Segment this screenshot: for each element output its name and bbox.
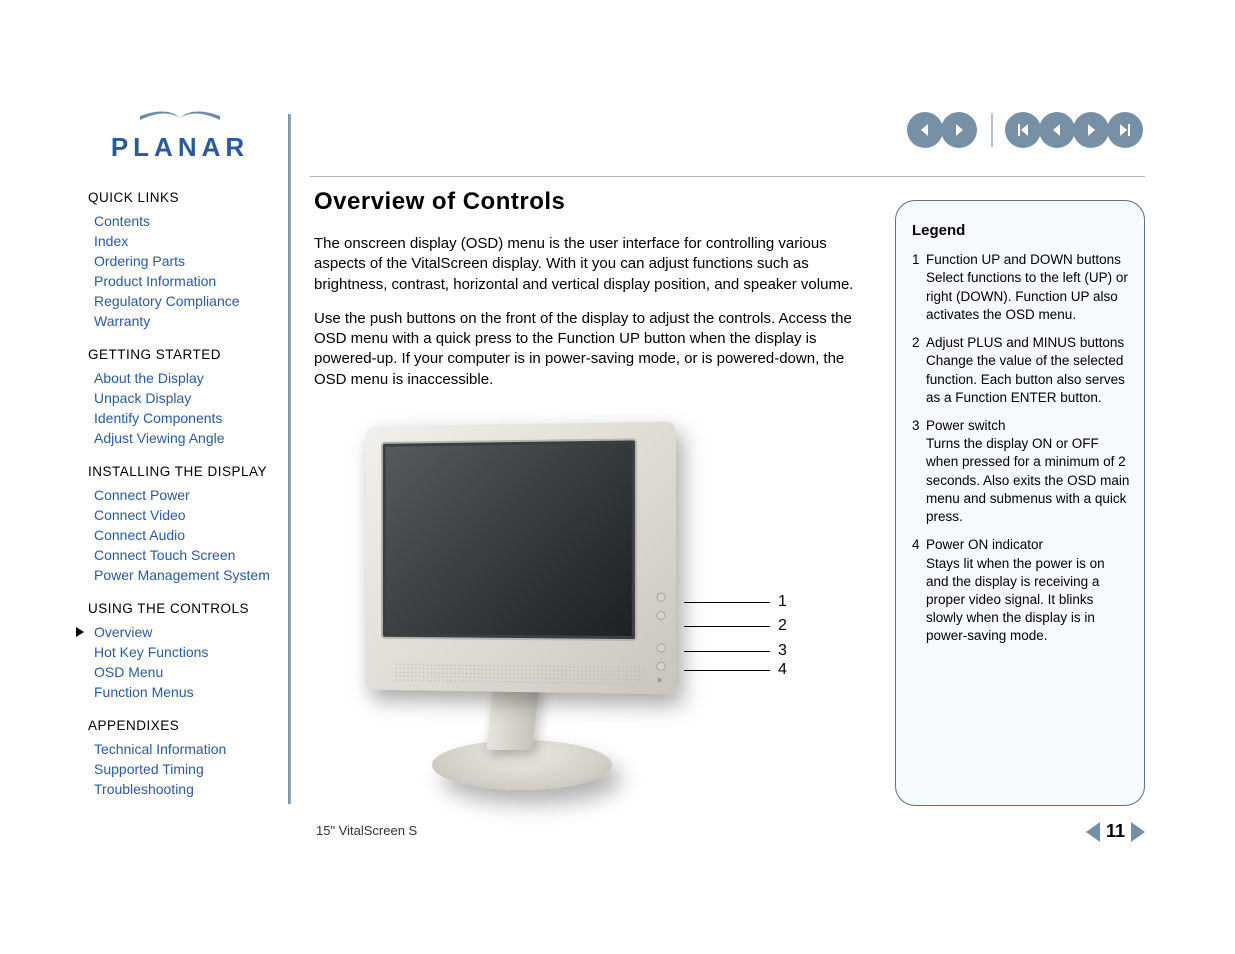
logo-swoosh-icon <box>135 100 225 130</box>
callout-number-4: 4 <box>778 661 787 679</box>
page-prev-button[interactable] <box>1086 822 1100 842</box>
front-button-2 <box>656 611 665 620</box>
page-number: 11 <box>1106 821 1125 842</box>
legend-item-text: Power switchTurns the display ON or OFF … <box>926 417 1130 526</box>
legend-item-text: Power ON indicatorStays lit when the pow… <box>926 536 1130 645</box>
nav-last-button[interactable] <box>1107 112 1143 148</box>
brand-logo: PLANAR <box>95 100 265 163</box>
sidebar-link[interactable]: Adjust Viewing Angle <box>88 428 278 448</box>
sidebar-heading: APPENDIXES <box>88 718 278 733</box>
monitor-screen <box>383 440 635 639</box>
nav-first-button[interactable] <box>1005 112 1041 148</box>
front-button-1 <box>656 592 665 601</box>
sidebar-link[interactable]: Troubleshooting <box>88 779 278 799</box>
callout-number-1: 1 <box>778 593 787 611</box>
legend-item-number: 2 <box>912 334 926 407</box>
sidebar-link[interactable]: Power Management System <box>88 565 278 585</box>
sidebar-heading: GETTING STARTED <box>88 347 278 362</box>
sidebar-link[interactable]: Connect Audio <box>88 525 278 545</box>
sidebar-link[interactable]: Product Information <box>88 271 278 291</box>
sidebar-link[interactable]: Connect Touch Screen <box>88 545 278 565</box>
page-navigator: 11 <box>1086 821 1145 842</box>
sidebar-link[interactable]: Unpack Display <box>88 388 278 408</box>
sidebar-heading: INSTALLING THE DISPLAY <box>88 464 278 479</box>
sidebar-link[interactable]: Contents <box>88 211 278 231</box>
vertical-divider <box>288 114 291 804</box>
sidebar-link[interactable]: Technical Information <box>88 739 278 759</box>
front-button-3 <box>656 643 665 652</box>
main-content: Overview of Controls The onscreen displa… <box>314 188 870 836</box>
callout-line-2 <box>684 626 770 627</box>
sidebar-link[interactable]: About the Display <box>88 368 278 388</box>
legend-item: 4Power ON indicatorStays lit when the po… <box>912 536 1130 645</box>
sidebar-link[interactable]: Ordering Parts <box>88 251 278 271</box>
sidebar-link[interactable]: Overview <box>88 622 278 642</box>
sidebar-heading: USING THE CONTROLS <box>88 601 278 616</box>
callout-line-4 <box>684 670 770 671</box>
sidebar-link[interactable]: Warranty <box>88 311 278 331</box>
sidebar-link[interactable]: Function Menus <box>88 682 278 702</box>
monitor-bezel <box>366 421 676 694</box>
front-button-4 <box>656 661 665 670</box>
sidebar: QUICK LINKS ContentsIndexOrdering PartsPr… <box>88 190 278 815</box>
speaker-grille <box>394 662 643 685</box>
sidebar-link[interactable]: Identify Components <box>88 408 278 428</box>
nav-back-button[interactable] <box>907 112 943 148</box>
sidebar-heading: QUICK LINKS <box>88 190 278 205</box>
sidebar-link[interactable]: Hot Key Functions <box>88 642 278 662</box>
brand-name: PLANAR <box>95 132 265 163</box>
callout-line-3 <box>684 651 770 652</box>
nav-separator <box>991 113 993 147</box>
nav-prev-button[interactable] <box>1039 112 1075 148</box>
legend-title: Legend <box>912 221 1130 241</box>
legend-item-text: Function UP and DOWN buttonsSelect funct… <box>926 251 1130 324</box>
nav-button-bar <box>909 112 1143 148</box>
callout-number-2: 2 <box>778 617 787 635</box>
sidebar-link[interactable]: Supported Timing <box>88 759 278 779</box>
legend-item-number: 4 <box>912 536 926 645</box>
sidebar-link[interactable]: OSD Menu <box>88 662 278 682</box>
legend-panel: Legend 1Function UP and DOWN buttonsSele… <box>895 200 1145 806</box>
footer-product: 15" VitalScreen S <box>316 823 417 838</box>
intro-paragraph-2: Use the push buttons on the front of the… <box>314 309 870 390</box>
nav-next-button[interactable] <box>1073 112 1109 148</box>
legend-item: 3Power switchTurns the display ON or OFF… <box>912 417 1130 526</box>
legend-item-text: Adjust PLUS and MINUS buttons Change the… <box>926 334 1130 407</box>
page-next-button[interactable] <box>1131 822 1145 842</box>
legend-item: 2Adjust PLUS and MINUS buttons Change th… <box>912 334 1130 407</box>
power-led <box>657 678 661 682</box>
page-title: Overview of Controls <box>314 188 870 216</box>
sidebar-link[interactable]: Connect Video <box>88 505 278 525</box>
legend-item-number: 3 <box>912 417 926 526</box>
legend-item-number: 1 <box>912 251 926 324</box>
monitor-figure: 1 2 3 4 <box>314 416 870 836</box>
intro-paragraph-1: The onscreen display (OSD) menu is the u… <box>314 234 870 295</box>
legend-item: 1Function UP and DOWN buttonsSelect func… <box>912 251 1130 324</box>
nav-forward-button[interactable] <box>941 112 977 148</box>
callout-number-3: 3 <box>778 642 787 660</box>
header-rule <box>310 176 1145 177</box>
sidebar-link[interactable]: Index <box>88 231 278 251</box>
sidebar-link[interactable]: Connect Power <box>88 485 278 505</box>
sidebar-link[interactable]: Regulatory Compliance <box>88 291 278 311</box>
callout-line-1 <box>684 602 770 603</box>
